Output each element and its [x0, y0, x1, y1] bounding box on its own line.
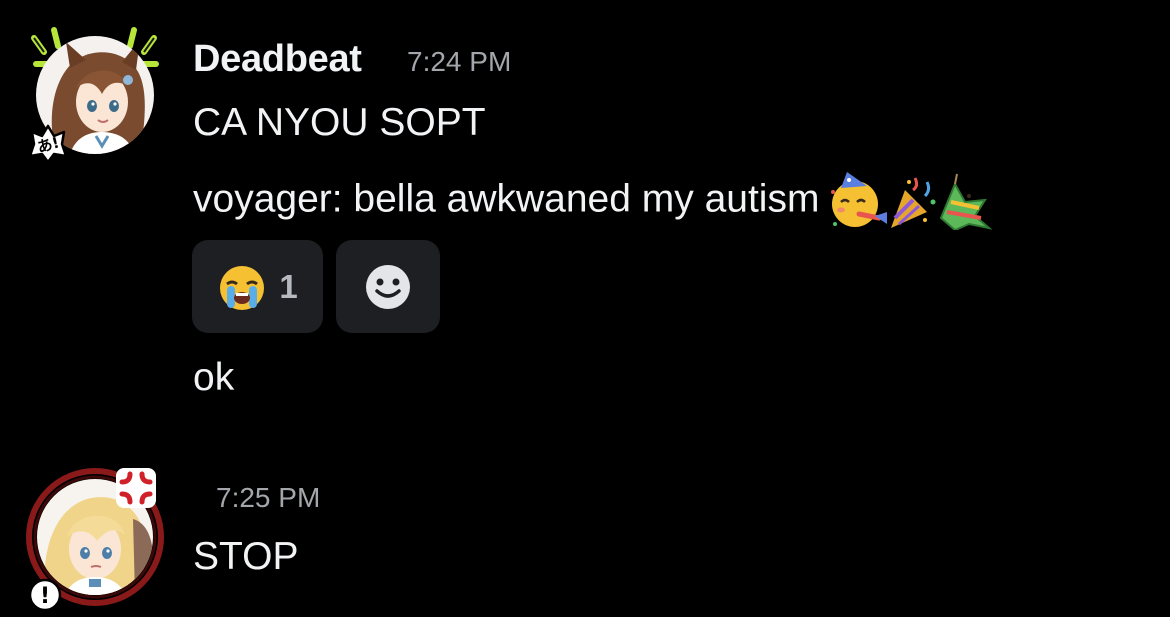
- emoji-group: [829, 172, 997, 232]
- message-text: CA NYOU SOPT: [193, 101, 486, 144]
- pinata-icon: [940, 173, 994, 232]
- message-line: CA NYOU SOPT: [193, 101, 486, 145]
- message-timestamp: 7:24 PM: [407, 46, 512, 77]
- partying-face-icon: [831, 172, 888, 227]
- reaction-crying[interactable]: 1: [192, 240, 323, 333]
- avatar-badge-text: !: [40, 584, 50, 609]
- anger-mark-icon: [116, 468, 156, 508]
- message-text: STOP: [193, 535, 299, 578]
- message-line: STOP: [193, 535, 298, 579]
- loudly-crying-face-icon: [220, 265, 265, 310]
- message-group-deadbeat: あ! Deadbeat 7:24 PM CA NYOU SOPT voyager…: [0, 0, 1170, 440]
- avatar-wrap[interactable]: !: [20, 460, 170, 612]
- message-text: ok: [193, 356, 235, 399]
- add-reaction-button[interactable]: [336, 240, 440, 333]
- avatar-wrap[interactable]: あ!: [20, 20, 170, 170]
- author-name[interactable]: Deadbeat: [193, 38, 362, 81]
- reaction-count: 1: [279, 267, 298, 305]
- message-text: voyager: bella awkwaned my autism: [193, 177, 820, 221]
- avatar-badge: あ!: [28, 124, 68, 164]
- avatar-badge: !: [28, 578, 62, 612]
- message-line: voyager: bella awkwaned my autism: [193, 172, 997, 232]
- party-popper-icon: [891, 177, 936, 228]
- message-line: ok: [193, 356, 234, 400]
- add-reaction-smiley-icon: [366, 264, 410, 309]
- message-timestamp: 7:25 PM: [216, 482, 321, 513]
- message-group-2: ! 7:25 PM STOP: [0, 440, 1170, 614]
